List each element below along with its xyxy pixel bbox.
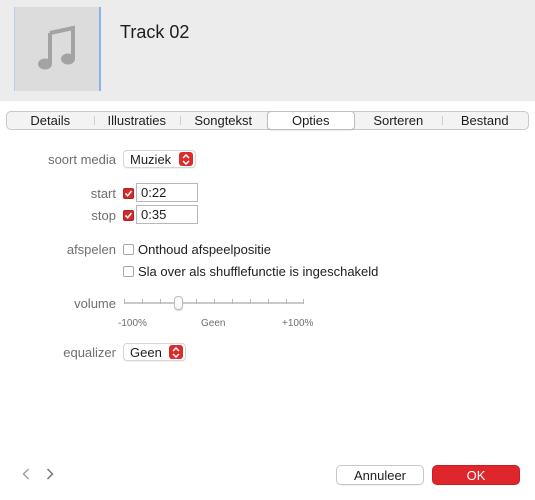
volume-slider-thumb[interactable] [174, 296, 183, 310]
previous-track-button[interactable] [22, 467, 30, 484]
volume-tick [214, 299, 215, 304]
remember-position-label: Onthoud afspeelpositie [138, 242, 271, 257]
volume-tick [124, 299, 125, 304]
track-title: Track 02 [120, 22, 190, 42]
tab-details[interactable]: Details [7, 112, 94, 129]
start-label: start [90, 186, 116, 201]
volume-label: volume [74, 296, 116, 311]
start-time-field[interactable]: 0:22 [136, 183, 198, 202]
tab-songtekst[interactable]: Songtekst [180, 112, 267, 129]
stop-time-field[interactable]: 0:35 [136, 205, 198, 224]
cancel-button[interactable]: Annuleer [336, 465, 424, 485]
skip-shuffle-label: Sla over als shufflefunctie is ingeschak… [138, 264, 379, 279]
skip-shuffle-checkbox[interactable] [123, 266, 134, 277]
start-checkbox[interactable] [123, 188, 134, 199]
volume-tick [232, 299, 233, 304]
media-kind-select[interactable]: Muziek [123, 150, 196, 168]
stop-checkbox[interactable] [123, 210, 134, 221]
tab-illustraties[interactable]: Illustraties [93, 112, 181, 129]
header: Track 02 [0, 0, 535, 101]
volume-tick [268, 299, 269, 304]
updown-arrows-icon [179, 152, 193, 166]
equalizer-value: Geen [130, 344, 162, 360]
music-note-icon [38, 25, 75, 70]
album-artwork[interactable] [14, 7, 101, 91]
next-track-button[interactable] [46, 467, 54, 484]
media-kind-value: Muziek [130, 151, 172, 167]
playback-label: afspelen [66, 242, 116, 257]
equalizer-select[interactable]: Geen [123, 343, 186, 361]
volume-mid-label: Geen [201, 318, 226, 329]
volume-tick [196, 299, 197, 304]
chevron-right-icon [47, 468, 54, 480]
volume-tick [303, 299, 304, 304]
equalizer-label: equalizer [63, 345, 116, 360]
volume-tick [286, 299, 287, 304]
tab-opties[interactable]: Opties [266, 111, 355, 130]
checkmark-icon [124, 190, 133, 197]
volume-max-label: +100% [282, 318, 314, 329]
media-kind-label: soort media [48, 152, 116, 167]
updown-arrows-icon [169, 345, 183, 359]
volume-tick [142, 299, 143, 304]
tab-sorteren[interactable]: Sorteren [355, 112, 442, 129]
tab-bar: Details Illustraties Songtekst Opties So… [6, 111, 529, 130]
volume-tick [160, 299, 161, 304]
tab-bestand[interactable]: Bestand [441, 112, 529, 129]
volume-min-label: -100% [118, 318, 147, 329]
checkmark-icon [124, 212, 133, 219]
remember-position-checkbox[interactable] [123, 244, 134, 255]
chevron-left-icon [22, 468, 29, 480]
volume-tick [250, 299, 251, 304]
stop-label: stop [91, 208, 116, 223]
ok-button[interactable]: OK [432, 465, 520, 485]
